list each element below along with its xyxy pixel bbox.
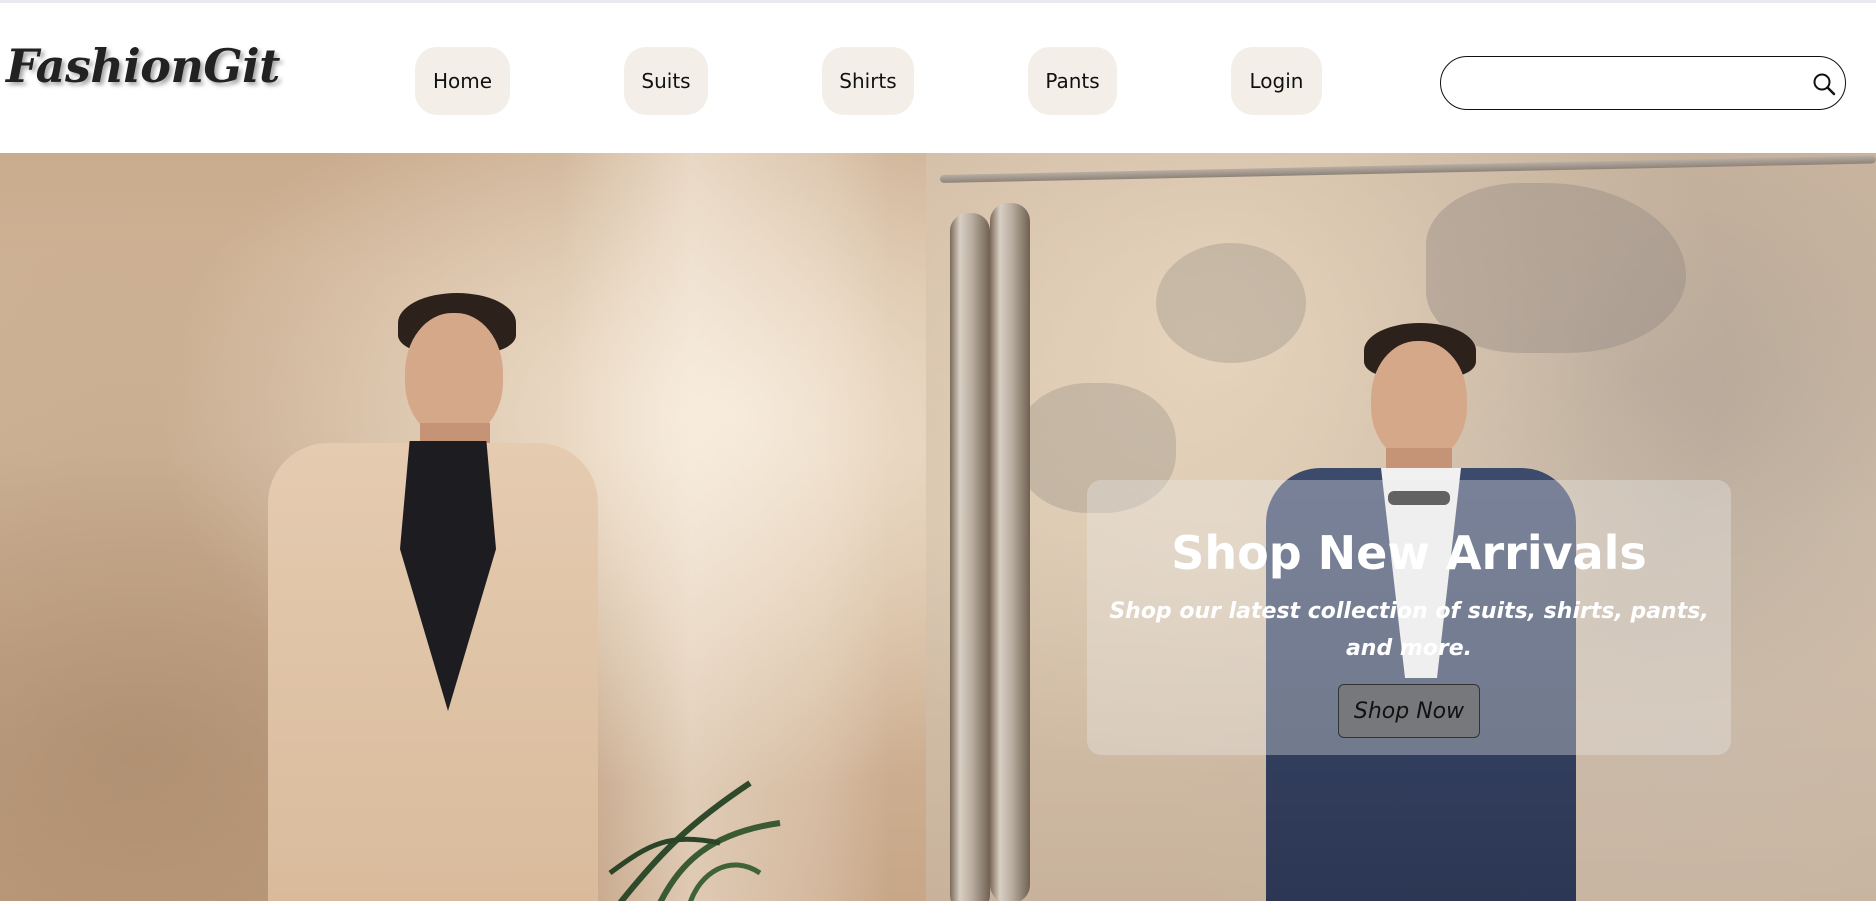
nav-login-button[interactable]: Login xyxy=(1231,47,1322,115)
nav-home-button[interactable]: Home xyxy=(415,47,510,115)
model-beige-suit xyxy=(250,293,630,901)
plant-leaves xyxy=(608,780,781,901)
site-logo[interactable]: FashionGit xyxy=(6,39,280,93)
hero-banner: Shop New Arrivals Shop our latest collec… xyxy=(0,153,1876,901)
hero-title: Shop New Arrivals xyxy=(1171,526,1647,580)
birch-log xyxy=(990,203,1030,901)
search-input[interactable] xyxy=(1459,65,1793,103)
nav-shirts-button[interactable]: Shirts xyxy=(822,47,914,115)
nav-pants-button[interactable]: Pants xyxy=(1028,47,1117,115)
search-box[interactable] xyxy=(1440,56,1846,110)
shop-now-button[interactable]: Shop Now xyxy=(1338,684,1480,738)
hero-image-left xyxy=(0,153,926,901)
search-icon[interactable] xyxy=(1811,71,1837,97)
nav-suits-button[interactable]: Suits xyxy=(624,47,708,115)
hero-subtitle: Shop our latest collection of suits, shi… xyxy=(1109,599,1709,661)
birch-log xyxy=(950,213,990,901)
site-header: FashionGit Home Suits Shirts Pants Login xyxy=(0,3,1876,153)
